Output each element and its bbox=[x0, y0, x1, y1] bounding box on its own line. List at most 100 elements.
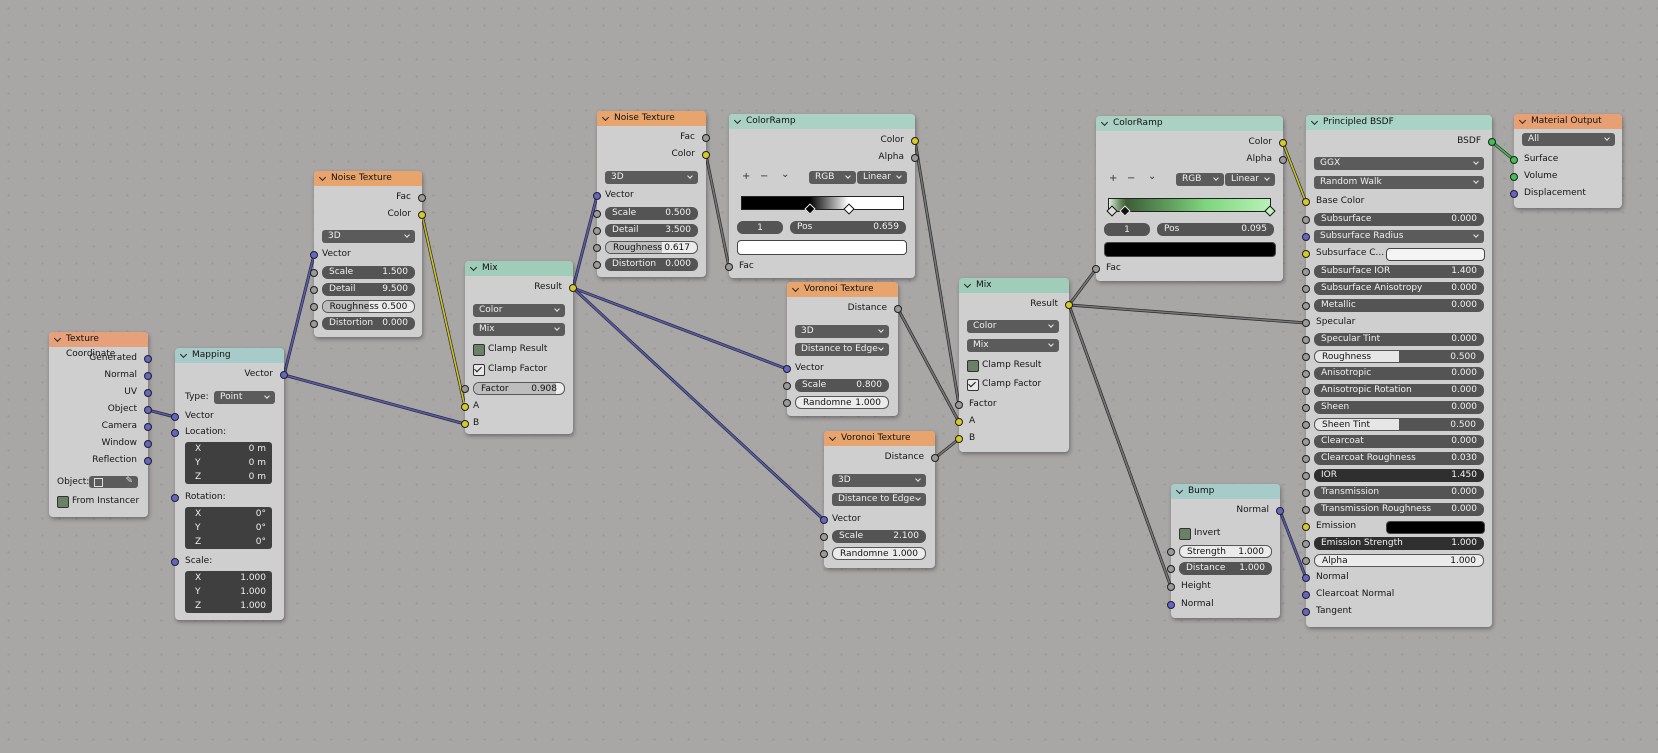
dimensions-dropdown[interactable]: 3D bbox=[832, 474, 926, 487]
texture-coordinate-node[interactable]: Texture Coordinate Generated Normal UV O… bbox=[49, 332, 152, 517]
mix-node-1[interactable]: Mix Result Color Mix Clamp Result Clamp … bbox=[461, 261, 577, 434]
blend-mode-dropdown[interactable]: Mix bbox=[473, 323, 565, 336]
socket-result[interactable] bbox=[1065, 301, 1073, 309]
socket-scale[interactable] bbox=[820, 533, 828, 541]
socket-result[interactable] bbox=[569, 284, 577, 292]
roughness-field[interactable]: Roughness 0.500 bbox=[1314, 350, 1484, 363]
socket-distance[interactable] bbox=[1167, 565, 1175, 573]
clamp-factor-checkbox[interactable]: Clamp Factor bbox=[473, 363, 547, 376]
distortion-field[interactable]: Distortion 0.000 bbox=[605, 258, 698, 271]
socket-factor[interactable] bbox=[955, 401, 963, 409]
noise-texture-node-2[interactable]: Noise Texture Fac Color 3D Vector Scale 0… bbox=[593, 111, 710, 277]
mapping-node[interactable]: Mapping Vector Type: Point Vector Locati… bbox=[171, 348, 288, 620]
socket-normal[interactable] bbox=[1302, 574, 1310, 582]
ramp-stop-1[interactable] bbox=[1106, 205, 1118, 217]
distortion-field[interactable]: Distortion 0.000 bbox=[322, 317, 415, 330]
socket-sheen-tint[interactable] bbox=[1302, 421, 1310, 429]
socket-a[interactable] bbox=[461, 403, 469, 411]
subsurface-ior-field[interactable]: Subsurface IOR 1.400 bbox=[1314, 265, 1484, 278]
transmission-roughness-field[interactable]: Transmission Roughness 0.000 bbox=[1314, 503, 1484, 516]
scale-field[interactable]: Scale 1.500 bbox=[322, 266, 415, 279]
interpolation-dropdown[interactable]: Linear bbox=[857, 171, 907, 184]
blend-mode-dropdown[interactable]: Mix bbox=[967, 339, 1059, 352]
voronoi-texture-node-2[interactable]: Voronoi Texture Distance 3D Distance to … bbox=[820, 431, 939, 568]
socket-scale[interactable] bbox=[171, 558, 179, 566]
socket-surface[interactable] bbox=[1510, 156, 1518, 164]
node-header[interactable]: Bump bbox=[1171, 484, 1280, 499]
color-ramp-bar[interactable] bbox=[1106, 198, 1276, 217]
socket-fac[interactable] bbox=[702, 134, 710, 142]
color-mode-dropdown[interactable]: RGB bbox=[809, 171, 856, 184]
subsurface-anisotropy-field[interactable]: Subsurface Anisotropy 0.000 bbox=[1314, 282, 1484, 295]
node-header[interactable]: Texture Coordinate bbox=[49, 332, 148, 359]
node-header[interactable]: Principled BSDF bbox=[1306, 115, 1492, 130]
socket-distance[interactable] bbox=[931, 454, 939, 462]
socket-roughness[interactable] bbox=[310, 303, 318, 311]
principled-bsdf-node[interactable]: Principled BSDF BSDF GGX Random Walk Bas… bbox=[1302, 115, 1496, 627]
node-header[interactable]: ColorRamp bbox=[729, 114, 915, 129]
alpha-field[interactable]: Alpha 1.000 bbox=[1314, 554, 1484, 567]
socket-scale[interactable] bbox=[593, 210, 601, 218]
add-stop-button[interactable]: + bbox=[742, 171, 750, 182]
socket-reflection[interactable] bbox=[144, 457, 152, 465]
socket-specular[interactable] bbox=[1302, 319, 1310, 327]
detail-field[interactable]: Detail 9.500 bbox=[322, 283, 415, 296]
pos-field[interactable]: Pos 0.659 bbox=[790, 221, 906, 234]
socket-clearcoat[interactable] bbox=[1302, 438, 1310, 446]
socket-tangent[interactable] bbox=[1302, 608, 1310, 616]
socket-fac[interactable] bbox=[418, 194, 426, 202]
node-header[interactable]: Mix bbox=[465, 261, 573, 276]
socket-camera[interactable] bbox=[144, 423, 152, 431]
socket-color[interactable] bbox=[702, 151, 710, 159]
socket-distortion[interactable] bbox=[593, 261, 601, 269]
distribution-dropdown[interactable]: GGX bbox=[1314, 157, 1484, 170]
dimensions-dropdown[interactable]: 3D bbox=[795, 325, 889, 338]
ramp-stop-white[interactable] bbox=[843, 203, 855, 215]
node-header[interactable]: Noise Texture bbox=[597, 111, 706, 126]
noise-texture-node-1[interactable]: Noise Texture Fac Color 3D Vector Scale 1… bbox=[310, 171, 426, 337]
socket-alpha[interactable] bbox=[911, 154, 919, 162]
socket-color[interactable] bbox=[911, 137, 919, 145]
socket-a[interactable] bbox=[955, 418, 963, 426]
socket-metallic[interactable] bbox=[1302, 302, 1310, 310]
socket-normal-out[interactable] bbox=[1276, 507, 1284, 515]
node-header[interactable]: Noise Texture bbox=[314, 171, 422, 186]
node-header[interactable]: Voronoi Texture bbox=[824, 431, 935, 446]
sheen-tint-field[interactable]: Sheen Tint 0.500 bbox=[1314, 418, 1484, 431]
socket-fac[interactable] bbox=[725, 263, 733, 271]
socket-bsdf[interactable] bbox=[1488, 138, 1496, 146]
socket-alpha[interactable] bbox=[1279, 156, 1287, 164]
remove-stop-button[interactable]: − bbox=[1127, 173, 1135, 184]
anisotropic-rotation-field[interactable]: Anisotropic Rotation 0.000 bbox=[1314, 384, 1484, 397]
clearcoat-field[interactable]: Clearcoat 0.000 bbox=[1314, 435, 1484, 448]
bump-node[interactable]: Bump Normal Invert Strength 1.000 Distanc… bbox=[1167, 484, 1284, 618]
anisotropic-field[interactable]: Anisotropic 0.000 bbox=[1314, 367, 1484, 380]
socket-strength[interactable] bbox=[1167, 548, 1175, 556]
randomness-field[interactable]: Randomne 1.000 bbox=[795, 396, 889, 409]
specular-tint-field[interactable]: Specular Tint 0.000 bbox=[1314, 333, 1484, 346]
socket-rotation[interactable] bbox=[171, 494, 179, 502]
factor-field[interactable]: Factor 0.908 bbox=[473, 382, 565, 395]
clamp-factor-checkbox[interactable]: Clamp Factor bbox=[967, 378, 1041, 391]
from-instancer-checkbox[interactable]: From Instancer bbox=[57, 495, 139, 508]
material-output-node[interactable]: Material Output All Surface Volume Displ… bbox=[1510, 114, 1622, 208]
socket-subsurface[interactable] bbox=[1302, 216, 1310, 224]
clamp-result-checkbox[interactable]: Clamp Result bbox=[967, 359, 1041, 372]
socket-b[interactable] bbox=[461, 420, 469, 428]
colorramp-node-2[interactable]: ColorRamp Color Alpha + − ⌄ RGB Linear 1… bbox=[1092, 116, 1287, 281]
emission-strength-field[interactable]: Emission Strength 1.000 bbox=[1314, 537, 1484, 550]
color-ramp-bar[interactable] bbox=[741, 196, 904, 215]
socket-alpha[interactable] bbox=[1302, 557, 1310, 565]
remove-stop-button[interactable]: − bbox=[760, 171, 768, 182]
mix-node-2[interactable]: Mix Result Color Mix Clamp Result Clamp … bbox=[955, 278, 1073, 452]
color-mode-dropdown[interactable]: RGB bbox=[1176, 173, 1224, 186]
socket-color[interactable] bbox=[1279, 139, 1287, 147]
socket-emission-strength[interactable] bbox=[1302, 540, 1310, 548]
rotation-fields[interactable]: X 0° Y 0° Z 0° bbox=[185, 507, 272, 549]
ramp-menu-button[interactable]: ⌄ bbox=[1148, 171, 1156, 182]
socket-b[interactable] bbox=[955, 435, 963, 443]
location-fields[interactable]: X0 m Y0 m Z0 m bbox=[185, 442, 272, 484]
socket-subsurface-radius[interactable] bbox=[1302, 233, 1310, 241]
socket-ior[interactable] bbox=[1302, 472, 1310, 480]
eyedropper-icon[interactable]: ✎ bbox=[125, 476, 133, 486]
